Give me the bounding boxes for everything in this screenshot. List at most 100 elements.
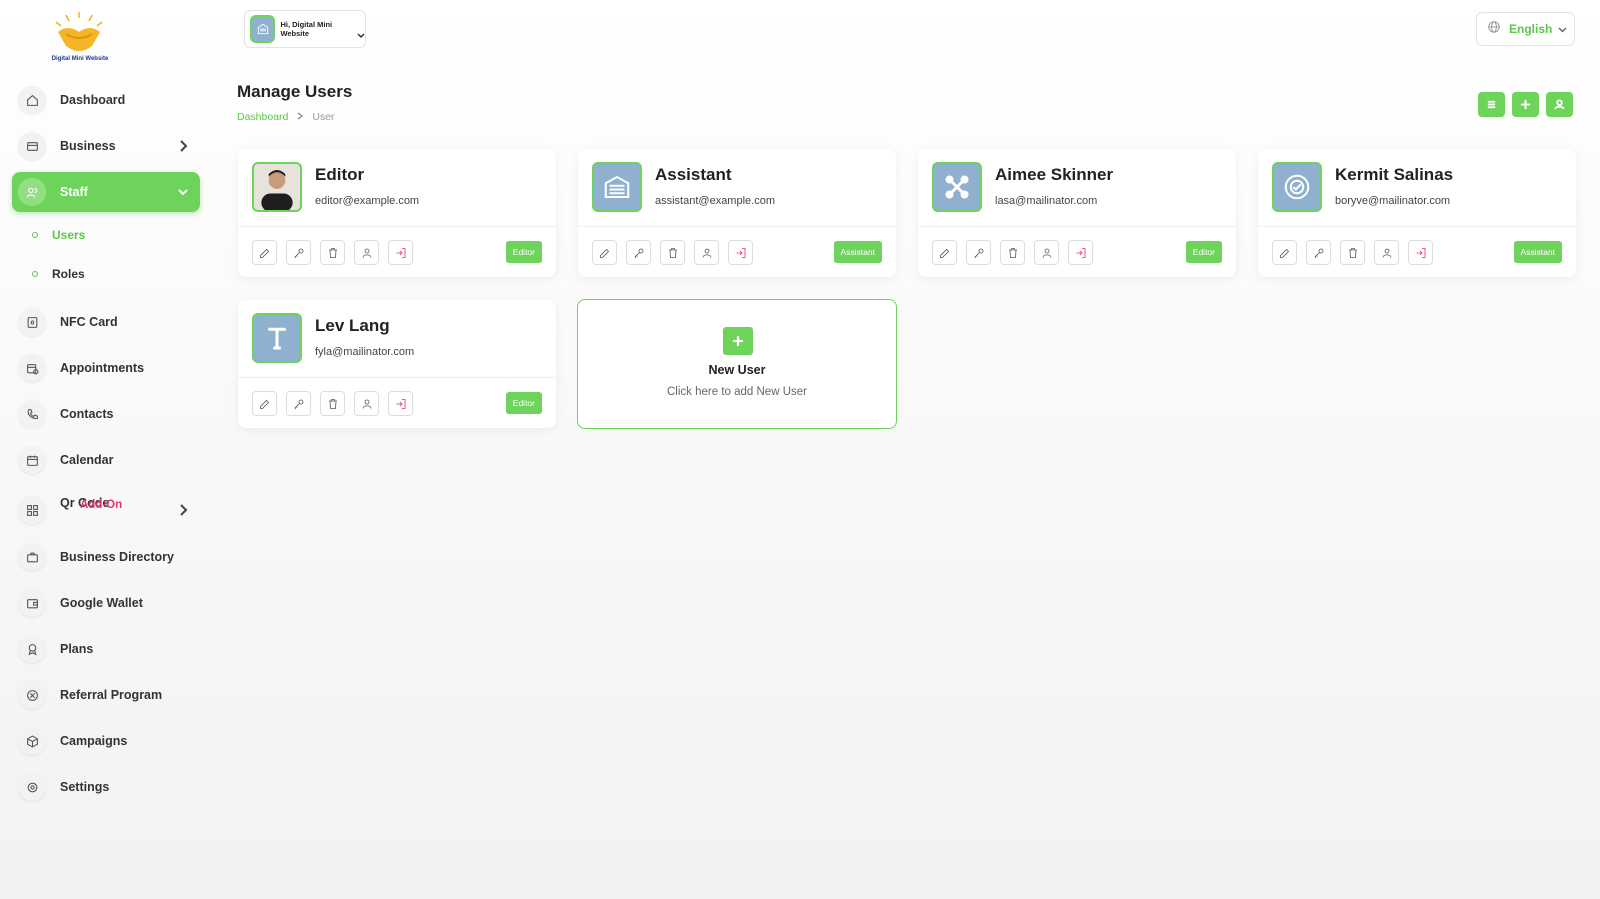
avatar[interactable] [932,162,982,212]
breadcrumb-current: User [312,111,335,123]
trash-icon [328,247,337,258]
role-badge: Assistant [1513,241,1562,263]
building-icon [250,15,276,43]
profile-button[interactable] [1034,240,1059,265]
key-button[interactable] [1306,240,1331,265]
sidebar-item-campaigns[interactable]: Campaigns [12,721,200,761]
key-button[interactable] [286,391,311,416]
profile-button[interactable] [1374,240,1399,265]
edit-button[interactable] [1272,240,1297,265]
phone-icon [18,400,46,428]
role-badge: Editor [505,392,542,414]
account-name: Hi, Digital Mini Website [280,20,333,38]
referral-icon [18,681,46,709]
user-card-header: Assistant assistant@example.com [578,149,896,227]
key-button[interactable] [286,240,311,265]
user-email: boryve@mailinator.com [1335,195,1451,207]
sidebar-item-label: Campaigns [60,734,128,748]
key-icon [293,399,303,409]
login-icon [1416,247,1425,258]
new-user-card[interactable]: New User Click here to add New User [577,299,897,429]
sidebar-item-label: Dashboard [60,93,126,107]
sidebar-item-business[interactable]: Business [12,126,200,166]
user-name[interactable]: Aimee Skinner [995,165,1113,185]
avatar[interactable] [1272,162,1322,212]
sidebar-item-contacts[interactable]: Contacts [12,394,200,434]
edit-button[interactable] [252,240,277,265]
impersonate-button[interactable] [388,391,413,416]
key-icon [293,248,303,258]
sidebar-item-nfc-card[interactable]: NFC Card [12,302,200,342]
user-name[interactable]: Lev Lang [315,316,390,336]
sidebar-subitem-users[interactable]: Users [32,225,85,245]
delete-button[interactable] [660,240,685,265]
user-card: Lev Lang fyla@mailinator.com Editor [238,300,556,428]
delete-button[interactable] [1340,240,1365,265]
impersonate-button[interactable] [1068,240,1093,265]
new-user-title: New User [708,363,766,377]
edit-button[interactable] [932,240,957,265]
add-user-button[interactable] [1512,92,1539,117]
sidebar-item-settings[interactable]: Settings [12,767,200,807]
briefcase-icon [18,543,46,571]
avatar[interactable] [252,162,302,212]
sidebar-item-plans[interactable]: Plans [12,629,200,669]
chevron-down-icon [1558,20,1567,38]
sidebar-item-google-wallet[interactable]: Google Wallet [12,583,200,623]
language-selector[interactable]: English [1476,12,1575,46]
login-icon [396,247,405,258]
login-icon [1076,247,1085,258]
user-card-actions [252,240,413,265]
brand-name: Digital Mini Website [51,56,109,62]
user-card-header: Kermit Salinas boryve@mailinator.com [1258,149,1576,227]
sidebar-item-staff[interactable]: Staff [12,172,200,212]
impersonate-button[interactable] [388,240,413,265]
delete-button[interactable] [320,391,345,416]
globe-icon [1487,20,1501,39]
sidebar-item-label: Staff [60,185,88,199]
user-email: editor@example.com [315,195,420,207]
sidebar-item-label: Business [60,139,116,153]
key-button[interactable] [626,240,651,265]
key-button[interactable] [966,240,991,265]
user-icon [1554,99,1565,110]
sidebar-item-label: Google Wallet [60,596,143,610]
account-switcher[interactable]: Hi, Digital Mini Website [244,10,366,48]
new-user-subtitle: Click here to add New User [667,386,807,398]
impersonate-button[interactable] [728,240,753,265]
avatar[interactable] [252,313,302,363]
edit-button[interactable] [252,391,277,416]
edit-button[interactable] [592,240,617,265]
sidebar-item-appointments[interactable]: Appointments [12,348,200,388]
user-card: Assistant assistant@example.com Assistan… [578,149,896,277]
user-card-header: Aimee Skinner lasa@mailinator.com [918,149,1236,227]
business-icon [18,132,46,160]
user-icon [1042,248,1051,258]
sidebar-item-calendar[interactable]: Calendar [12,440,200,480]
sidebar-item-business-directory[interactable]: Business Directory [12,537,200,577]
role-badge: Editor [1185,241,1222,263]
profile-button[interactable] [354,240,379,265]
profile-button[interactable] [694,240,719,265]
sidebar-item-label: Appointments [60,361,145,375]
user-name[interactable]: Assistant [655,165,732,185]
delete-button[interactable] [320,240,345,265]
key-icon [973,248,983,258]
chevron-down-icon [357,26,365,39]
sidebar-item-referral-program[interactable]: Referral Program [12,675,200,715]
sidebar-item-dashboard[interactable]: Dashboard [12,80,200,120]
user-name[interactable]: Editor [315,165,364,185]
list-view-button[interactable] [1478,92,1505,117]
delete-button[interactable] [1000,240,1025,265]
user-profile-button[interactable] [1546,92,1573,117]
sidebar-subitem-roles[interactable]: Roles [32,264,85,284]
impersonate-button[interactable] [1408,240,1433,265]
user-name[interactable]: Kermit Salinas [1335,165,1453,185]
breadcrumb-dashboard-link[interactable]: Dashboard [237,111,288,123]
chevron-right-icon [297,111,304,123]
user-email: fyla@mailinator.com [315,346,415,358]
pencil-icon [259,248,269,258]
sidebar-item-label: Settings [60,780,110,794]
profile-button[interactable] [354,391,379,416]
avatar[interactable] [592,162,642,212]
